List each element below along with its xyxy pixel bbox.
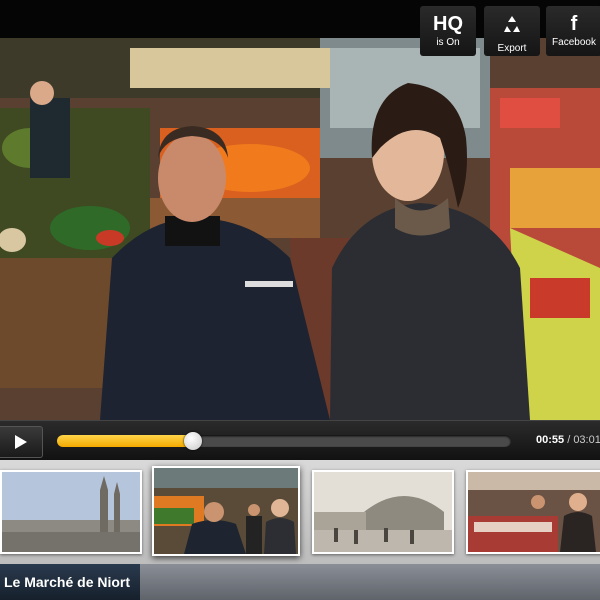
thumbnail-butcher-stall[interactable]: [466, 470, 600, 554]
facebook-button[interactable]: f Facebook: [546, 6, 600, 56]
hq-icon: HQ: [433, 13, 463, 35]
market-scene-image: [0, 38, 600, 420]
thumbnail-market-interview[interactable]: [152, 466, 300, 556]
progress-handle[interactable]: [184, 432, 203, 450]
time-display: 00:55 / 03:01: [536, 434, 600, 446]
recycle-export-icon: [484, 12, 540, 42]
facebook-icon: f: [570, 13, 578, 35]
chapter-thumbnail-strip: [0, 460, 600, 564]
thumbnail-old-market-hall-photo[interactable]: [312, 470, 454, 554]
hq-toggle-button[interactable]: HQ is On: [420, 6, 476, 56]
thumbnail-image: [314, 472, 452, 552]
play-button[interactable]: [0, 426, 43, 458]
time-separator: /: [564, 434, 574, 446]
export-label: Export: [497, 43, 527, 54]
video-title: Le Marché de Niort: [0, 564, 141, 600]
video-frame[interactable]: [0, 38, 600, 420]
progress-fill: [57, 435, 194, 447]
player-controls: 00:55 / 03:01: [0, 420, 600, 461]
play-icon: [15, 435, 27, 449]
thumbnail-image: [468, 472, 600, 552]
video-title-bar: Le Marché de Niort: [0, 564, 600, 600]
thumbnail-cathedral-town-view[interactable]: [0, 470, 142, 554]
progress-track[interactable]: [57, 432, 511, 450]
total-time: 03:01: [573, 434, 600, 446]
export-button[interactable]: Export: [484, 6, 540, 56]
thumbnail-image: [2, 472, 140, 552]
facebook-label: Facebook: [552, 37, 596, 48]
current-time: 00:55: [536, 434, 565, 446]
thumbnail-image: [154, 468, 298, 554]
hq-label: is On: [436, 37, 460, 48]
